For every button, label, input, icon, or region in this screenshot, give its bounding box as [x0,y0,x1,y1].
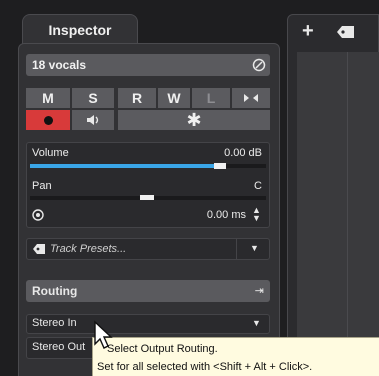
read-label: R [131,90,143,106]
edit-channel-icon [244,94,258,102]
record-icon [43,115,53,125]
mouse-cursor-icon [94,320,113,349]
tooltip-line-1: Select Output Routing. [107,343,218,355]
volume-slider[interactable] [30,163,266,169]
edit-track-icon[interactable] [250,56,268,74]
volume-value[interactable]: 0.00 dB [180,147,262,159]
solo-label: S [88,90,98,106]
add-track-button[interactable]: + [302,21,314,41]
write-button[interactable]: W [158,88,190,108]
delay-icon [32,209,44,221]
track-name: 18 vocals [32,58,87,72]
monitor-button[interactable] [72,110,114,130]
output-routing-value: Stereo Out [32,341,86,353]
track-presets-icon [32,243,46,255]
record-enable-button[interactable] [26,110,70,130]
volume-label: Volume [32,147,69,159]
listen-label: L [206,90,216,106]
write-label: W [167,90,181,106]
listen-button[interactable]: L [192,88,230,108]
input-routing-dropdown-icon[interactable]: ▼ [252,318,261,328]
edit-channel-button[interactable] [232,88,270,108]
presets-dropdown-icon[interactable]: ▼ [250,243,259,253]
pan-label: Pan [32,180,52,192]
track-list-area [297,52,379,376]
pan-slider[interactable] [30,195,266,200]
pan-value[interactable]: C [210,180,262,192]
track-name-bar[interactable]: 18 vocals [26,54,270,76]
mute-label: M [42,90,54,106]
asterisk-icon: ✱ [186,109,202,130]
routing-title: Routing [32,284,78,298]
freeze-button[interactable]: ✱ [118,110,270,130]
tooltip-line-2: Set for all selected with <Shift + Alt +… [97,361,313,373]
track-presets-toolbar-icon[interactable] [336,25,356,39]
tab-inspector-label: Inspector [48,21,112,38]
read-button[interactable]: R [118,88,156,108]
routing-header[interactable]: Routing ⇥ [26,280,270,302]
solo-button[interactable]: S [72,88,114,108]
delay-stepper-icon[interactable]: ▲ ▼ [252,206,261,223]
tab-inspector[interactable]: Inspector [22,14,138,44]
track-presets-placeholder: Track Presets... [50,243,127,255]
routing-pin-icon[interactable]: ⇥ [255,284,264,297]
volume-handle[interactable] [214,163,227,169]
track-list-divider [347,52,348,376]
speaker-icon [87,115,99,125]
presets-divider [236,239,237,259]
routing-tooltip: Select Output Routing. Set for all selec… [92,337,379,376]
input-routing-value: Stereo In [32,317,77,329]
pan-handle[interactable] [140,195,154,200]
volume-level-fill [30,164,215,168]
delay-value[interactable]: 0.00 ms [170,209,246,221]
mute-button[interactable]: M [26,88,70,108]
